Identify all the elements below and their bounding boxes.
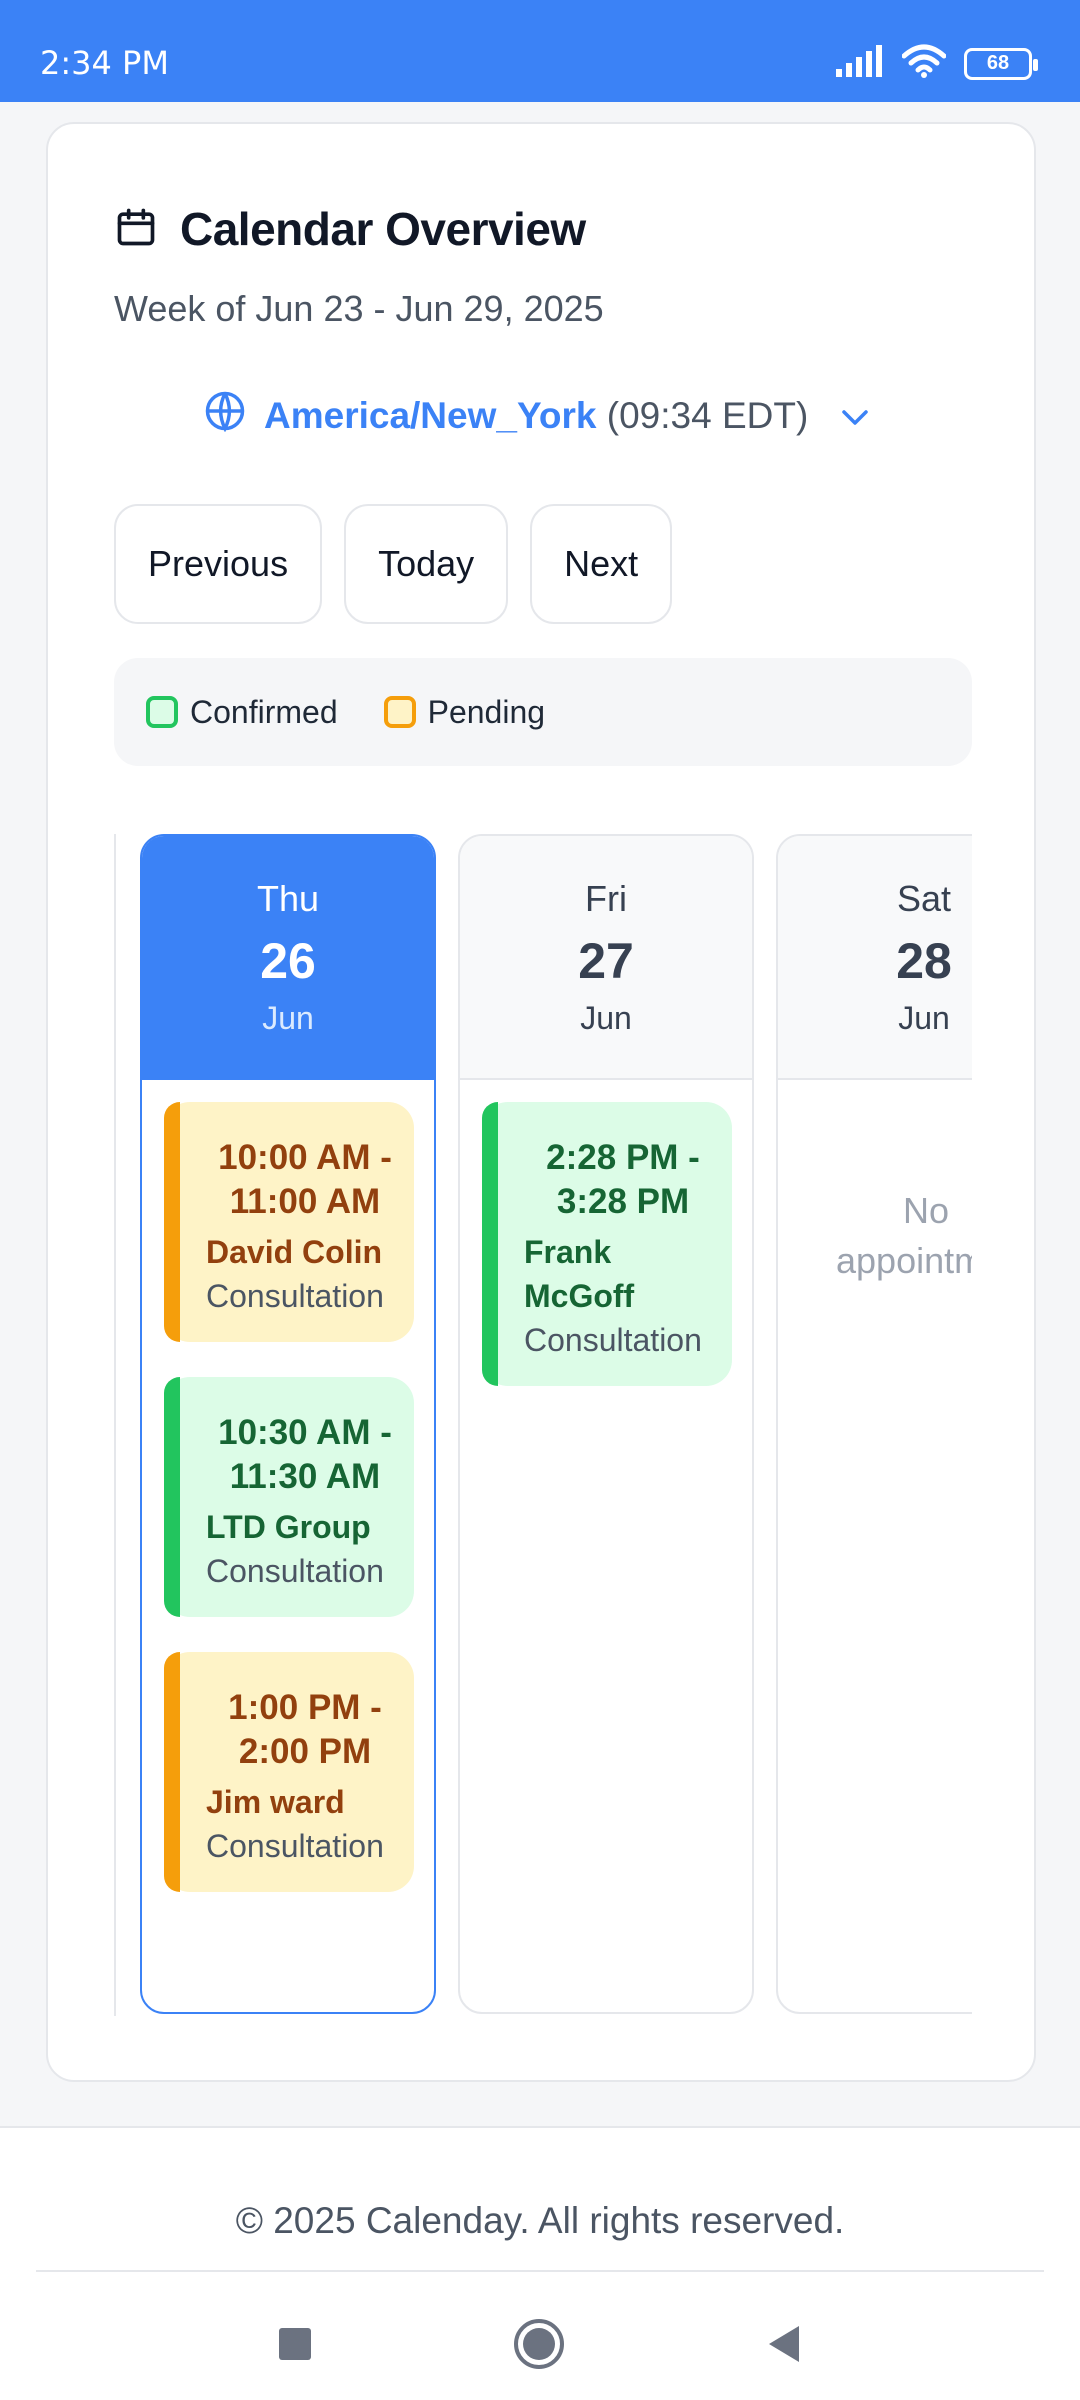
timezone-name: America/New_York [264, 394, 597, 436]
appointment-card[interactable]: 10:00 AM - 11:00 AM David Colin Consulta… [164, 1102, 414, 1342]
battery-icon: 68 [964, 47, 1038, 80]
calendar-icon [114, 205, 158, 254]
next-button[interactable]: Next [530, 504, 673, 624]
day-column-thu[interactable]: Thu 26 Jun 10:00 AM - 11:00 AM David Col… [140, 834, 436, 2014]
day-column-sat[interactable]: Sat 28 Jun No appointments [776, 834, 972, 2014]
previous-day-column-edge [114, 834, 118, 2016]
divider [36, 2270, 1044, 2272]
appointment-card[interactable]: 1:00 PM - 2:00 PM Jim ward Consultation [164, 1652, 414, 1892]
recents-icon[interactable] [277, 2326, 313, 2367]
day-header: Sat 28 Jun [778, 836, 972, 1080]
chevron-down-icon [840, 395, 870, 437]
copyright-text: © 2025 Calenday. All rights reserved. [235, 2200, 845, 2241]
status-bar: 2:34 PM 68 [0, 0, 1080, 102]
footer: © 2025 Calenday. All rights reserved. [0, 2126, 1080, 2400]
home-icon[interactable] [513, 2318, 565, 2375]
back-icon[interactable] [765, 2324, 803, 2369]
appointment-card[interactable]: 10:30 AM - 11:30 AM LTD Group Consultati… [164, 1377, 414, 1617]
status-legend: Confirmed Pending [114, 658, 972, 766]
day-header: Fri 27 Jun [460, 836, 752, 1080]
timezone-time: (09:34 EDT) [606, 394, 809, 436]
calendar-card: Calendar Overview Week of Jun 23 - Jun 2… [46, 122, 1036, 2082]
wifi-icon [901, 44, 947, 83]
day-column-fri[interactable]: Fri 27 Jun 2:28 PM - 3:28 PM Frank McGof… [458, 834, 754, 2014]
system-nav-bar [0, 2318, 1080, 2375]
empty-day-message: No appointments [836, 1190, 972, 1281]
appointment-card[interactable]: 2:28 PM - 3:28 PM Frank McGoff Consultat… [482, 1102, 732, 1386]
signal-icon [836, 45, 884, 82]
week-label: Week of Jun 23 - Jun 29, 2025 [114, 288, 604, 329]
legend-item-pending: Pending [383, 694, 545, 731]
confirmed-swatch-icon [146, 696, 178, 728]
pending-swatch-icon [383, 696, 416, 728]
week-columns[interactable]: Thu 26 Jun 10:00 AM - 11:00 AM David Col… [114, 834, 972, 2016]
battery-level: 68 [986, 52, 1010, 74]
day-header: Thu 26 Jun [142, 836, 434, 1080]
today-button[interactable]: Today [344, 504, 509, 624]
previous-button[interactable]: Previous [114, 504, 323, 624]
timezone-selector[interactable]: America/New_York (09:34 EDT) [204, 390, 870, 441]
page-title: Calendar Overview [180, 203, 586, 255]
globe-icon [204, 390, 246, 441]
status-time: 2:34 PM [40, 44, 169, 82]
legend-item-confirmed: Confirmed [146, 694, 338, 731]
